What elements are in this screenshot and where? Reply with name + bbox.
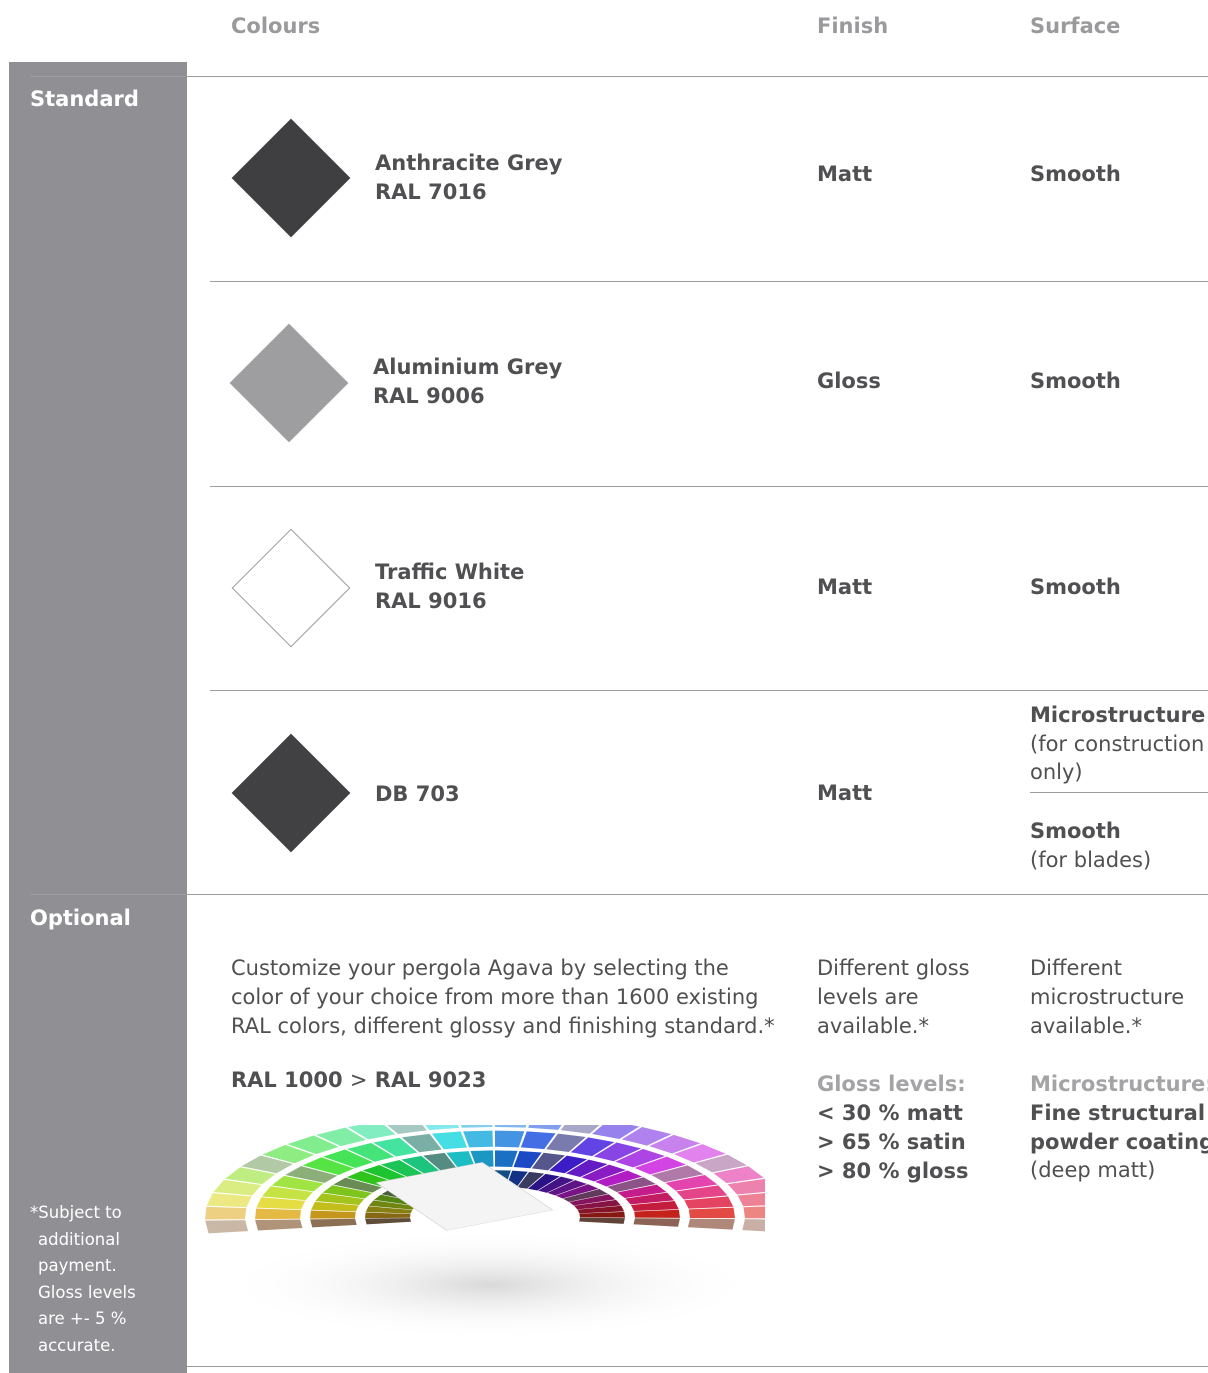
surface-note: only) — [1030, 760, 1083, 784]
footnote-line: accurate. — [38, 1335, 116, 1355]
range-start: RAL 1000 — [231, 1068, 343, 1092]
aluminium-grey-swatch — [229, 323, 349, 443]
fan-swatch — [743, 1206, 765, 1219]
colour-code: RAL 7016 — [375, 180, 487, 204]
footnote-line: are +- 5 % — [38, 1309, 127, 1328]
fan-swatch — [737, 1193, 765, 1207]
microstructure-note: (deep matt) — [1030, 1158, 1156, 1182]
footnote-line: additional — [38, 1229, 120, 1249]
fan-swatch — [310, 1218, 357, 1228]
gloss-levels-list: < 30 % matt > 65 % satin > 80 % gloss — [817, 1099, 968, 1186]
chevron-right-icon: > — [349, 1068, 368, 1092]
ral-range: RAL 1000 > RAL 9023 — [231, 1066, 486, 1095]
fan-swatch — [579, 1217, 625, 1224]
fan-swatch — [633, 1218, 680, 1227]
description-line: RAL colors, different glossy and finishi… — [231, 1014, 775, 1038]
surface-value: Smooth — [1030, 162, 1121, 186]
footnote-line: payment. — [38, 1256, 117, 1275]
fan-swatch — [494, 1125, 527, 1128]
gloss-levels-title: Gloss levels: — [817, 1072, 966, 1096]
surface-value: Smooth — [1030, 369, 1121, 393]
fan-swatch — [310, 1210, 356, 1219]
header-rule — [30, 76, 1208, 77]
finish-value: Matt — [817, 162, 873, 186]
row-divider — [210, 690, 1208, 691]
description-line: Customize your pergola Agava by selectin… — [231, 956, 729, 980]
header-colours: Colours — [231, 14, 321, 38]
colour-code: RAL 9006 — [373, 384, 485, 408]
colour-name: DB 703 — [375, 782, 460, 806]
text-line: available.* — [1030, 1014, 1142, 1038]
fan-swatch — [255, 1219, 303, 1231]
fan-swatch — [495, 1150, 518, 1167]
finish-optional-text: Different gloss levels are available.* — [817, 954, 970, 1041]
surface-optional-text: Different microstructure available.* — [1030, 954, 1184, 1041]
surface-microstructure: Microstructure — [1030, 703, 1206, 727]
row-divider — [210, 486, 1208, 487]
text-line: Different — [1030, 956, 1123, 980]
fan-swatch — [742, 1219, 765, 1232]
bottom-rule — [187, 1366, 1208, 1367]
gloss-level: > 80 % gloss — [817, 1159, 969, 1183]
optional-description: Customize your pergola Agava by selectin… — [231, 954, 775, 1041]
surface-smooth: Smooth — [1030, 819, 1121, 843]
finish-value: Matt — [817, 575, 873, 599]
anthracite-grey-swatch — [231, 118, 351, 238]
surface-note: (for blades) — [1030, 848, 1152, 872]
fan-swatch — [255, 1208, 301, 1220]
surface-value: Smooth — [1030, 575, 1121, 599]
colour-name: Traffic White — [375, 560, 525, 584]
microstructure-list: Fine structural powder coating — [1030, 1099, 1208, 1157]
fan-swatch — [365, 1218, 412, 1225]
section-sidebar — [9, 62, 187, 1373]
section-divider — [30, 894, 1208, 895]
fan-swatch — [205, 1206, 247, 1220]
microstructure-title: Microstructure: — [1030, 1072, 1208, 1096]
text-line: available.* — [817, 1014, 929, 1038]
range-end: RAL 9023 — [374, 1068, 487, 1092]
fan-swatch — [460, 1125, 493, 1128]
colour-name: Anthracite Grey — [375, 151, 563, 175]
fan-swatch — [687, 1218, 735, 1230]
surface-subdivider — [1030, 792, 1208, 793]
footnote-line: Gloss levels — [38, 1282, 136, 1302]
microstructure-item: Fine structural — [1030, 1101, 1206, 1125]
row-divider — [210, 281, 1208, 282]
db-703-swatch — [231, 733, 351, 853]
header-finish: Finish — [817, 14, 889, 38]
traffic-white-swatch — [231, 528, 351, 648]
fan-swatch — [205, 1220, 249, 1234]
fan-swatch — [463, 1130, 493, 1148]
finish-value: Gloss — [817, 369, 881, 393]
fan-swatch — [495, 1130, 525, 1148]
ral-colour-fan-image — [205, 1125, 765, 1340]
fan-swatch — [634, 1209, 680, 1218]
description-line: color of your choice from more than 1600… — [231, 985, 759, 1009]
microstructure-item: powder coating — [1030, 1130, 1208, 1154]
gloss-level: > 65 % satin — [817, 1130, 966, 1154]
colour-code: RAL 9016 — [375, 589, 487, 613]
footnote: *Subject to additional payment. Gloss le… — [30, 1200, 180, 1359]
text-line: levels are — [817, 985, 919, 1009]
footnote-line: *Subject to — [30, 1203, 122, 1222]
colour-name: Aluminium Grey — [373, 355, 563, 379]
gloss-level: < 30 % matt — [817, 1101, 963, 1125]
text-line: microstructure — [1030, 985, 1185, 1009]
fan-swatch — [688, 1207, 735, 1219]
text-line: Different gloss — [817, 956, 970, 980]
section-label-standard: Standard — [30, 87, 139, 111]
surface-note: (for construction — [1030, 732, 1205, 756]
fan-swatch — [206, 1193, 252, 1208]
finish-value: Matt — [817, 781, 873, 805]
section-label-optional: Optional — [30, 906, 131, 930]
header-surface: Surface — [1030, 14, 1121, 38]
